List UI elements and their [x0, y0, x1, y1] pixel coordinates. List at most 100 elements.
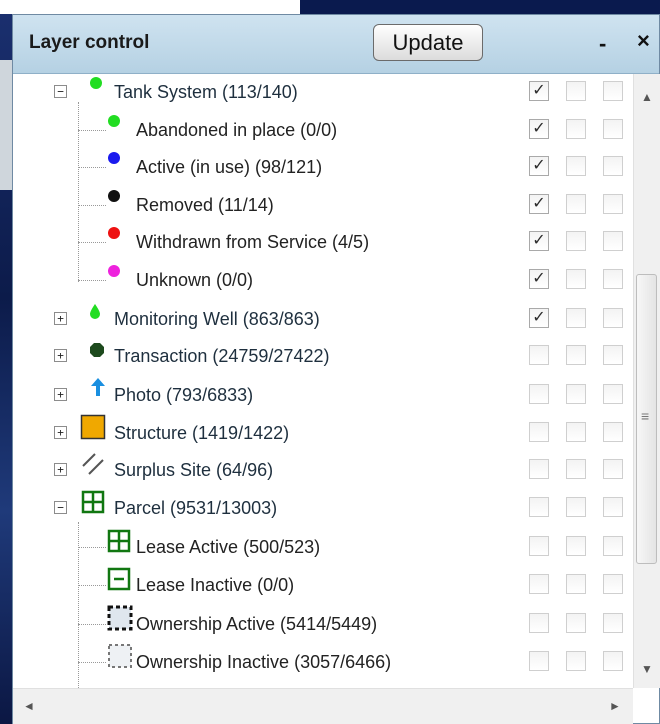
layer-row: Abandoned in place (0/0) ✓: [13, 112, 632, 148]
scroll-left-icon[interactable]: ◄: [23, 699, 35, 713]
vertical-scrollbar[interactable]: ▲ ≡ ▼: [633, 74, 660, 688]
layer-checkbox-3[interactable]: [603, 422, 623, 442]
layer-checkbox-1[interactable]: [529, 536, 549, 556]
layer-label: Photo (793/6833): [114, 385, 254, 405]
layer-checkbox-2[interactable]: [566, 613, 586, 633]
layer-checkbox-3[interactable]: [603, 384, 623, 404]
layer-checkbox-1[interactable]: ✓: [529, 194, 549, 214]
black-dashed-square-icon: [107, 605, 133, 636]
layer-row: Ownership Active (5414/5449): [13, 605, 632, 642]
layer-label: Monitoring Well (863/863): [114, 309, 320, 329]
layer-checkbox-3[interactable]: [603, 156, 623, 176]
layer-row: + Transaction (24759/27422): [13, 338, 632, 374]
layer-checkbox-2[interactable]: [566, 384, 586, 404]
scroll-right-icon[interactable]: ►: [609, 699, 621, 713]
layer-checkbox-1[interactable]: [529, 345, 549, 365]
layer-checkbox-1[interactable]: [529, 574, 549, 594]
layer-label: Transaction (24759/27422): [114, 346, 330, 366]
layer-row: + Monitoring Well (863/863) ✓: [13, 301, 632, 337]
close-icon[interactable]: ×: [637, 28, 650, 54]
blue-up-arrow-icon: [89, 377, 107, 402]
layer-checkbox-3[interactable]: [603, 308, 623, 328]
layer-checkbox-1[interactable]: ✓: [529, 231, 549, 251]
layer-checkbox-2[interactable]: [566, 574, 586, 594]
layer-checkbox-2[interactable]: [566, 81, 586, 101]
layer-checkbox-1[interactable]: [529, 613, 549, 633]
panel-header: Layer control Update - ×: [13, 15, 659, 74]
layer-row: − Parcel (9531/13003): [13, 490, 632, 526]
update-button[interactable]: Update: [373, 24, 483, 61]
scroll-down-icon[interactable]: ▼: [641, 662, 653, 676]
layer-checkbox-3[interactable]: [603, 119, 623, 139]
layer-checkbox-2[interactable]: [566, 156, 586, 176]
layer-checkbox-1[interactable]: [529, 384, 549, 404]
layer-checkbox-1[interactable]: [529, 651, 549, 671]
layer-row: + Surplus Site (64/96): [13, 452, 632, 488]
tree-connector-line: [78, 167, 106, 168]
layer-checkbox-2[interactable]: [566, 422, 586, 442]
layer-checkbox-2[interactable]: [566, 345, 586, 365]
green-dot-icon: [89, 76, 103, 95]
layer-checkbox-1[interactable]: ✓: [529, 156, 549, 176]
layer-checkbox-3[interactable]: [603, 536, 623, 556]
tree-connector-line: [78, 205, 106, 206]
layer-checkbox-3[interactable]: [603, 81, 623, 101]
minimize-icon[interactable]: -: [599, 31, 606, 57]
expand-icon[interactable]: +: [54, 463, 67, 476]
layer-checkbox-3[interactable]: [603, 231, 623, 251]
checkmark-icon: ✓: [532, 309, 546, 326]
layer-checkbox-3[interactable]: [603, 345, 623, 365]
expand-icon[interactable]: +: [54, 349, 67, 362]
layer-checkbox-1[interactable]: [529, 422, 549, 442]
layer-checkbox-3[interactable]: [603, 497, 623, 517]
layer-checkbox-3[interactable]: [603, 194, 623, 214]
horizontal-scrollbar[interactable]: ◄ ►: [13, 688, 633, 724]
layer-checkbox-3[interactable]: [603, 651, 623, 671]
layer-row: + Structure (1419/1422): [13, 414, 632, 451]
black-dot-icon: [107, 189, 121, 208]
layer-checkbox-2[interactable]: [566, 497, 586, 517]
layer-checkbox-3[interactable]: [603, 613, 623, 633]
checkmark-icon: ✓: [532, 157, 546, 174]
expand-icon[interactable]: +: [54, 388, 67, 401]
hatch-lines-icon: [81, 452, 105, 481]
layer-checkbox-3[interactable]: [603, 574, 623, 594]
layer-checkbox-3[interactable]: [603, 459, 623, 479]
layer-checkbox-2[interactable]: [566, 651, 586, 671]
expand-icon[interactable]: +: [54, 426, 67, 439]
layer-label: Parcel (9531/13003): [114, 498, 278, 518]
layer-checkbox-1[interactable]: [529, 497, 549, 517]
layer-row: Lease Inactive (0/0): [13, 567, 632, 603]
layer-row: Unknown (0/0) ✓: [13, 262, 632, 298]
checkmark-icon: ✓: [532, 232, 546, 249]
tree-connector-line: [78, 585, 106, 586]
layer-checkbox-1[interactable]: ✓: [529, 81, 549, 101]
layer-checkbox-2[interactable]: [566, 536, 586, 556]
layer-checkbox-2[interactable]: [566, 194, 586, 214]
layer-label: Lease Active (500/523): [136, 537, 321, 557]
layer-row: + Photo (793/6833): [13, 377, 632, 413]
green-grid-square-icon: [107, 529, 131, 558]
collapse-icon[interactable]: −: [54, 501, 67, 514]
gray-dashed-square-icon: [107, 643, 133, 674]
layer-checkbox-2[interactable]: [566, 308, 586, 328]
checkmark-icon: ✓: [532, 270, 546, 287]
blue-dot-icon: [107, 151, 121, 170]
layer-checkbox-2[interactable]: [566, 459, 586, 479]
layer-label: Lease Inactive (0/0): [136, 575, 295, 595]
layer-checkbox-2[interactable]: [566, 119, 586, 139]
collapse-icon[interactable]: −: [54, 85, 67, 98]
layer-checkbox-2[interactable]: [566, 231, 586, 251]
layer-checkbox-1[interactable]: ✓: [529, 119, 549, 139]
scrollbar-thumb[interactable]: ≡: [636, 274, 657, 564]
layer-checkbox-1[interactable]: [529, 459, 549, 479]
layer-label: Ownership Active (5414/5449): [136, 614, 378, 634]
layer-checkbox-1[interactable]: ✓: [529, 269, 549, 289]
expand-icon[interactable]: +: [54, 312, 67, 325]
layer-label: Active (in use) (98/121): [136, 157, 323, 177]
background-window-strip: [0, 0, 300, 14]
scroll-up-icon[interactable]: ▲: [641, 90, 653, 104]
layer-checkbox-2[interactable]: [566, 269, 586, 289]
layer-checkbox-3[interactable]: [603, 269, 623, 289]
layer-checkbox-1[interactable]: ✓: [529, 308, 549, 328]
